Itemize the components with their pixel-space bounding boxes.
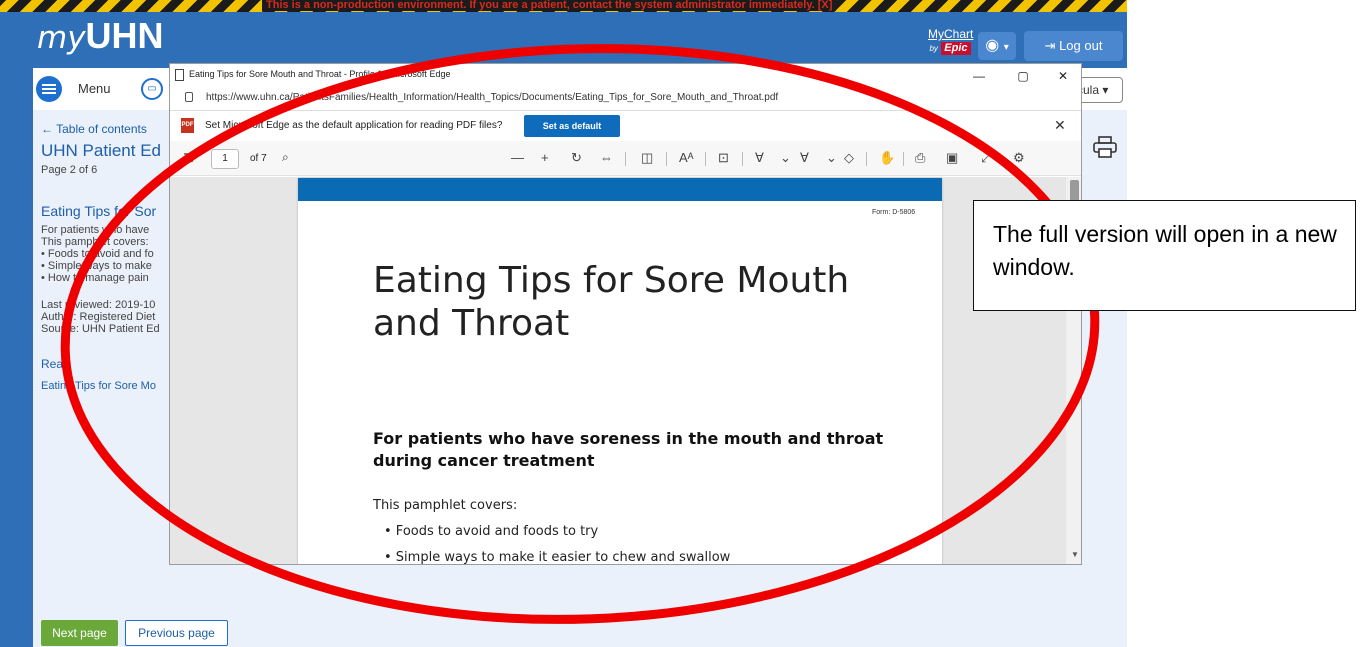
mychart-logo: MyChart by Epic: [928, 27, 974, 55]
read-label: Read: [41, 357, 70, 371]
toolbar-divider: [666, 152, 667, 166]
toolbar-divider: [866, 152, 867, 166]
pdf-bullet: • Simple ways to make it easier to chew …: [384, 550, 731, 565]
edge-url[interactable]: https://www.uhn.ca/PatientsFamilies/Heal…: [206, 92, 778, 103]
draw-icon[interactable]: ∀: [755, 150, 764, 166]
pdf-header-bar: [298, 178, 942, 201]
logout-button[interactable]: ⇥ Log out: [1024, 31, 1123, 61]
contents-icon[interactable]: ☰: [183, 151, 194, 165]
summary-line: For patients who have: [41, 224, 150, 236]
page-total: of 7: [250, 153, 267, 164]
logout-icon: ⇥: [1044, 38, 1056, 53]
text-box-icon[interactable]: ⊡: [718, 150, 729, 166]
scroll-down-arrow[interactable]: ▼: [1071, 550, 1079, 559]
previous-page-button[interactable]: Previous page: [125, 620, 228, 646]
edge-window-title: Eating Tips for Sore Mouth and Throat - …: [189, 69, 451, 79]
edge-title-bar[interactable]: Eating Tips for Sore Mouth and Throat - …: [170, 64, 1081, 87]
eraser-icon[interactable]: ◇: [844, 150, 854, 166]
page-title: UHN Patient Ed: [41, 141, 161, 160]
read-aloud-icon[interactable]: Aᴬ: [679, 150, 694, 166]
toolbar-divider: [705, 152, 706, 166]
table-of-contents-link[interactable]: ← Table of contents: [41, 122, 181, 136]
section-title: Eating Tips for Sor: [41, 203, 157, 219]
pdf-covers-label: This pamphlet covers:: [373, 498, 518, 513]
fit-page-icon[interactable]: ⇔: [600, 150, 613, 166]
toolbar-divider: [625, 152, 626, 166]
pdf-bullet: • Foods to avoid and foods to try: [384, 524, 599, 539]
touch-write-icon[interactable]: ✋: [879, 150, 895, 166]
meta-line: Source: UHN Patient Ed: [41, 323, 160, 335]
toolbar-divider: [903, 152, 904, 166]
pdf-form-number: Form: D-5806: [872, 209, 916, 216]
pdf-icon: PDF: [181, 118, 194, 133]
print-icon[interactable]: ⎙: [915, 150, 925, 166]
chevron-down-icon[interactable]: ⌄: [780, 150, 791, 166]
pdf-toolbar: ☰ 1 of 7 ⌕ — + ↻ ⇔ ◫ Aᴬ ⊡ ∀ ⌄ ∀ ⌄ ◇ ✋ ⎙ …: [170, 141, 1081, 176]
app-header: myUHN MyChart by Epic ◉ ▾ ⇥ Log out: [0, 12, 1127, 66]
pdf-title: Eating Tips for Sore Mouth and Throat: [373, 260, 850, 344]
maximize-button[interactable]: ▢: [1008, 66, 1038, 86]
edge-pdf-window: Eating Tips for Sore Mouth and Throat - …: [169, 63, 1082, 565]
summary-line: • How to manage pain: [41, 272, 149, 284]
minimize-button[interactable]: —: [964, 66, 994, 86]
chevron-down-icon[interactable]: ⌄: [826, 150, 837, 166]
screenshot-root: This is a non-production environment. If…: [0, 0, 1364, 647]
chevron-down-icon: ▾: [1102, 83, 1109, 97]
menu-label[interactable]: Menu: [78, 81, 111, 96]
summary-line: • Simple ways to make: [41, 260, 152, 272]
annotation-callout: The full version will open in a new wind…: [973, 200, 1356, 311]
edge-address-bar[interactable]: https://www.uhn.ca/PatientsFamilies/Heal…: [170, 87, 1081, 108]
globe-icon: ◉: [985, 37, 1000, 54]
highlight-icon[interactable]: ∀: [800, 150, 809, 166]
summary-line: • Foods to avoid and fo: [41, 248, 154, 260]
calendar-icon[interactable]: ▭: [141, 78, 163, 100]
annotation-note: The full version will open in a new wind…: [993, 221, 1337, 280]
read-full-document-link[interactable]: Eating Tips for Sore Mo: [41, 380, 181, 392]
chevron-down-icon: ▾: [1003, 42, 1009, 53]
page-number-input[interactable]: 1: [211, 149, 239, 169]
infobar-text: Set Microsoft Edge as the default applic…: [205, 120, 503, 131]
save-icon[interactable]: ▣: [946, 150, 958, 166]
left-column: ← Table of contents UHN Patient Ed Page …: [41, 122, 181, 392]
pdf-viewport[interactable]: Form: D-5806 Eating Tips for Sore Mouth …: [170, 177, 1081, 565]
language-button[interactable]: ◉ ▾: [978, 32, 1016, 60]
menu-icon[interactable]: [36, 76, 62, 102]
summary-line: This pamphlet covers:: [41, 236, 149, 248]
pdf-subtitle: For patients who have soreness in the mo…: [373, 429, 884, 470]
search-icon[interactable]: ⌕: [282, 150, 289, 165]
toolbar-divider: [742, 152, 743, 166]
meta-line: Author: Registered Diet: [41, 311, 156, 323]
page-count: Page 2 of 6: [41, 164, 98, 176]
banner-warning-text[interactable]: This is a non-production environment. If…: [262, 0, 837, 11]
meta-line: Last reviewed: 2019-10: [41, 299, 156, 311]
next-page-button[interactable]: Next page: [41, 620, 118, 646]
gear-icon[interactable]: ⚙: [1013, 150, 1025, 166]
close-icon[interactable]: ✕: [1054, 117, 1066, 134]
zoom-in-icon[interactable]: +: [541, 150, 549, 166]
set-as-default-button[interactable]: Set as default: [524, 115, 620, 137]
close-button[interactable]: ✕: [1048, 66, 1078, 86]
pdf-page: Form: D-5806 Eating Tips for Sore Mouth …: [298, 178, 942, 565]
rotate-icon[interactable]: ↻: [571, 150, 582, 166]
default-app-infobar: PDF Set Microsoft Edge as the default ap…: [170, 110, 1081, 140]
document-meta: Last reviewed: 2019-10 Author: Registere…: [41, 299, 181, 335]
myuhn-logo[interactable]: myUHN: [37, 14, 164, 60]
lock-icon: [185, 92, 193, 102]
zoom-out-icon[interactable]: —: [511, 150, 524, 166]
document-icon: [175, 69, 184, 81]
page-view-icon[interactable]: ◫: [641, 150, 653, 166]
summary-text: For patients who have This pamphlet cove…: [41, 224, 181, 284]
printer-icon[interactable]: [1092, 136, 1118, 158]
fullscreen-icon[interactable]: ⤢: [981, 150, 991, 166]
non-production-banner: This is a non-production environment. If…: [0, 0, 1127, 12]
